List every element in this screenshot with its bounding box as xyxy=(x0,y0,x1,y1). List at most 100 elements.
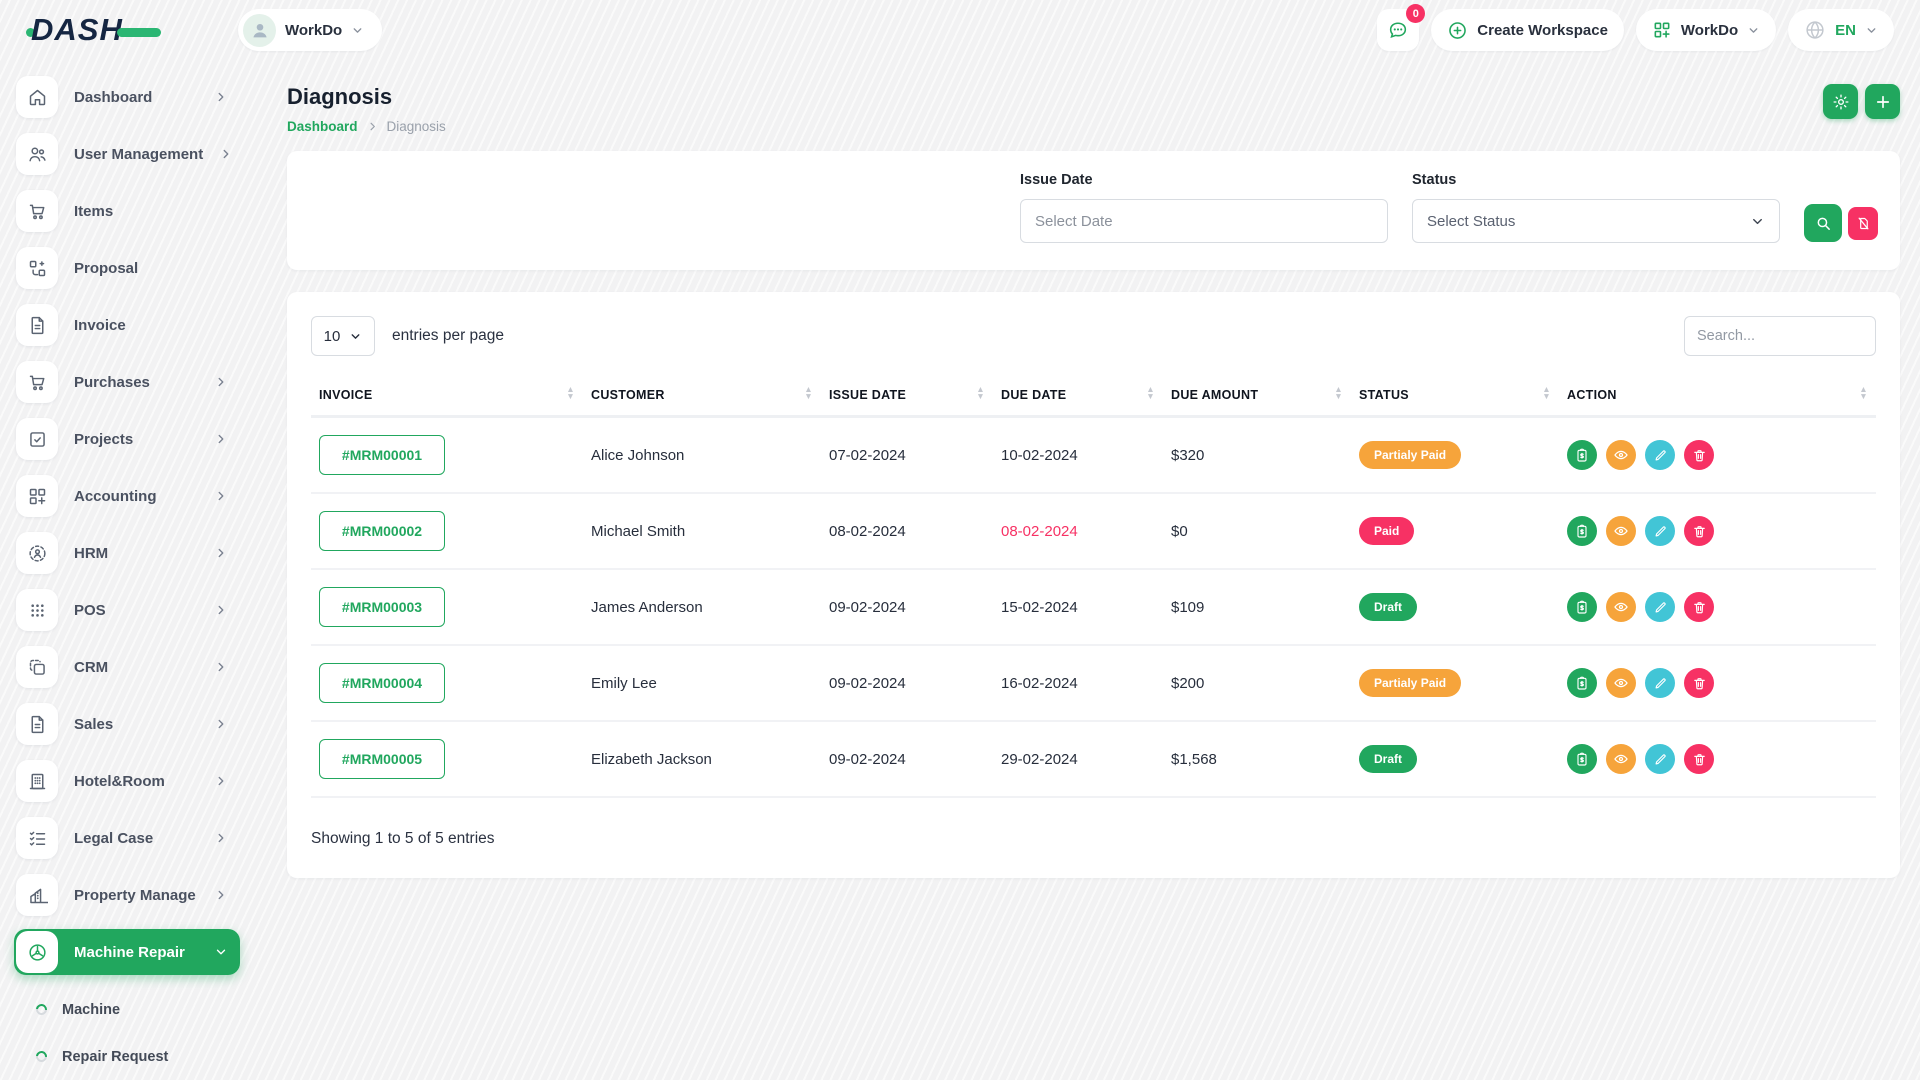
invoice-link[interactable]: #MRM00002 xyxy=(319,511,445,551)
create-invoice-button[interactable] xyxy=(1567,440,1597,470)
sort-icon[interactable]: ▲▼ xyxy=(804,386,813,400)
language-selector[interactable]: EN xyxy=(1788,9,1894,51)
sidebar-item-property-manage[interactable]: Property Manage xyxy=(14,872,240,918)
sidebar-item-purchases[interactable]: Purchases xyxy=(14,359,240,405)
sort-icon[interactable]: ▲▼ xyxy=(1146,386,1155,400)
sidebar-item-hotel-room[interactable]: Hotel&Room xyxy=(14,758,240,804)
sidebar-item-legal-case[interactable]: Legal Case xyxy=(14,815,240,861)
sort-icon[interactable]: ▲▼ xyxy=(1542,386,1551,400)
edit-button[interactable] xyxy=(1645,744,1675,774)
chevron-right-icon xyxy=(214,660,228,674)
status-select[interactable]: Select Status xyxy=(1412,199,1780,243)
app-menu-button[interactable]: WorkDo xyxy=(1636,9,1776,51)
delete-button[interactable] xyxy=(1684,668,1714,698)
due-date-cell: 10-02-2024 xyxy=(993,417,1163,494)
chevron-right-icon xyxy=(214,888,228,902)
column-header-due-date[interactable]: DUE DATE▲▼ xyxy=(993,372,1163,417)
issue-date-input[interactable] xyxy=(1020,199,1388,243)
sidebar-item-proposal[interactable]: Proposal xyxy=(14,245,240,291)
customer-cell: Emily Lee xyxy=(583,645,821,721)
column-header-customer[interactable]: CUSTOMER▲▼ xyxy=(583,372,821,417)
delete-button[interactable] xyxy=(1684,592,1714,622)
breadcrumb-dashboard-link[interactable]: Dashboard xyxy=(287,119,358,134)
view-button[interactable] xyxy=(1606,592,1636,622)
eye-icon xyxy=(1613,447,1629,463)
gear-icon xyxy=(1832,93,1850,111)
sidebar-item-accounting[interactable]: Accounting xyxy=(14,473,240,519)
edit-button[interactable] xyxy=(1645,440,1675,470)
add-button[interactable] xyxy=(1865,84,1900,119)
filter-panel: Issue Date Status Select Status xyxy=(287,151,1900,270)
invoice-cell: #MRM00005 xyxy=(311,721,583,797)
issue-date-label: Issue Date xyxy=(1020,172,1388,188)
sidebar-item-projects[interactable]: Projects xyxy=(14,416,240,462)
edit-button[interactable] xyxy=(1645,592,1675,622)
user-scan-icon xyxy=(16,532,58,574)
settings-button[interactable] xyxy=(1823,84,1858,119)
column-header-due-amount[interactable]: DUE AMOUNT▲▼ xyxy=(1163,372,1351,417)
sidebar-subitem-repair-request[interactable]: Repair Request xyxy=(14,1033,240,1080)
sort-icon[interactable]: ▲▼ xyxy=(1859,386,1868,400)
column-header-issue-date[interactable]: ISSUE DATE▲▼ xyxy=(821,372,993,417)
create-invoice-button[interactable] xyxy=(1567,516,1597,546)
sidebar-item-pos[interactable]: POS xyxy=(14,587,240,633)
edit-button[interactable] xyxy=(1645,516,1675,546)
action-cell xyxy=(1559,417,1876,494)
delete-button[interactable] xyxy=(1684,744,1714,774)
chevron-right-icon xyxy=(214,90,228,104)
create-invoice-button[interactable] xyxy=(1567,744,1597,774)
pencil-icon xyxy=(1653,524,1668,539)
sort-icon[interactable]: ▲▼ xyxy=(566,386,575,400)
grid-plus-icon xyxy=(16,475,58,517)
status-badge: Draft xyxy=(1359,593,1417,621)
view-button[interactable] xyxy=(1606,668,1636,698)
table-search-input[interactable] xyxy=(1684,316,1876,356)
sidebar-item-dashboard[interactable]: Dashboard xyxy=(14,74,240,120)
invoice-link[interactable]: #MRM00004 xyxy=(319,663,445,703)
sidebar-subitem-label: Machine xyxy=(62,1002,120,1018)
create-invoice-button[interactable] xyxy=(1567,668,1597,698)
check-square-icon xyxy=(16,418,58,460)
row-actions xyxy=(1567,592,1868,622)
edit-button[interactable] xyxy=(1645,668,1675,698)
trash-icon xyxy=(1692,752,1707,767)
sidebar-item-machine-repair[interactable]: Machine Repair xyxy=(14,929,240,975)
column-header-status[interactable]: STATUS▲▼ xyxy=(1351,372,1559,417)
column-header-action[interactable]: ACTION▲▼ xyxy=(1559,372,1876,417)
workspace-switcher[interactable]: WorkDo xyxy=(238,9,382,51)
invoice-link[interactable]: #MRM00003 xyxy=(319,587,445,627)
messages-button[interactable]: 0 xyxy=(1377,9,1419,51)
checklist-icon xyxy=(16,817,58,859)
view-button[interactable] xyxy=(1606,744,1636,774)
sort-icon[interactable]: ▲▼ xyxy=(976,386,985,400)
column-header-invoice[interactable]: INVOICE▲▼ xyxy=(311,372,583,417)
due-date-cell: 29-02-2024 xyxy=(993,721,1163,797)
table-row: #MRM00005Elizabeth Jackson09-02-202429-0… xyxy=(311,721,1876,797)
sidebar-item-crm[interactable]: CRM xyxy=(14,644,240,690)
sidebar-item-items[interactable]: Items xyxy=(14,188,240,234)
create-invoice-button[interactable] xyxy=(1567,592,1597,622)
sidebar-item-sales[interactable]: Sales xyxy=(14,701,240,747)
file-off-icon xyxy=(1856,216,1871,231)
customer-cell: James Anderson xyxy=(583,569,821,645)
sort-icon[interactable]: ▲▼ xyxy=(1334,386,1343,400)
sidebar-item-user-management[interactable]: User Management xyxy=(14,131,240,177)
create-workspace-button[interactable]: Create Workspace xyxy=(1431,9,1624,51)
search-icon xyxy=(1815,215,1832,232)
apply-filter-button[interactable] xyxy=(1804,204,1842,242)
delete-button[interactable] xyxy=(1684,440,1714,470)
sidebar-item-invoice[interactable]: Invoice xyxy=(14,302,240,348)
page-size-select[interactable]: 10 xyxy=(311,316,375,356)
eye-icon xyxy=(1613,751,1629,767)
sidebar-subitem-machine[interactable]: Machine xyxy=(14,986,240,1033)
reset-filter-button[interactable] xyxy=(1848,207,1878,240)
avatar xyxy=(243,14,276,47)
invoice-link[interactable]: #MRM00001 xyxy=(319,435,445,475)
delete-button[interactable] xyxy=(1684,516,1714,546)
view-button[interactable] xyxy=(1606,516,1636,546)
view-button[interactable] xyxy=(1606,440,1636,470)
messages-count-badge: 0 xyxy=(1406,4,1425,23)
invoice-link[interactable]: #MRM00005 xyxy=(319,739,445,779)
sidebar-item-hrm[interactable]: HRM xyxy=(14,530,240,576)
issue-date-cell: 07-02-2024 xyxy=(821,417,993,494)
